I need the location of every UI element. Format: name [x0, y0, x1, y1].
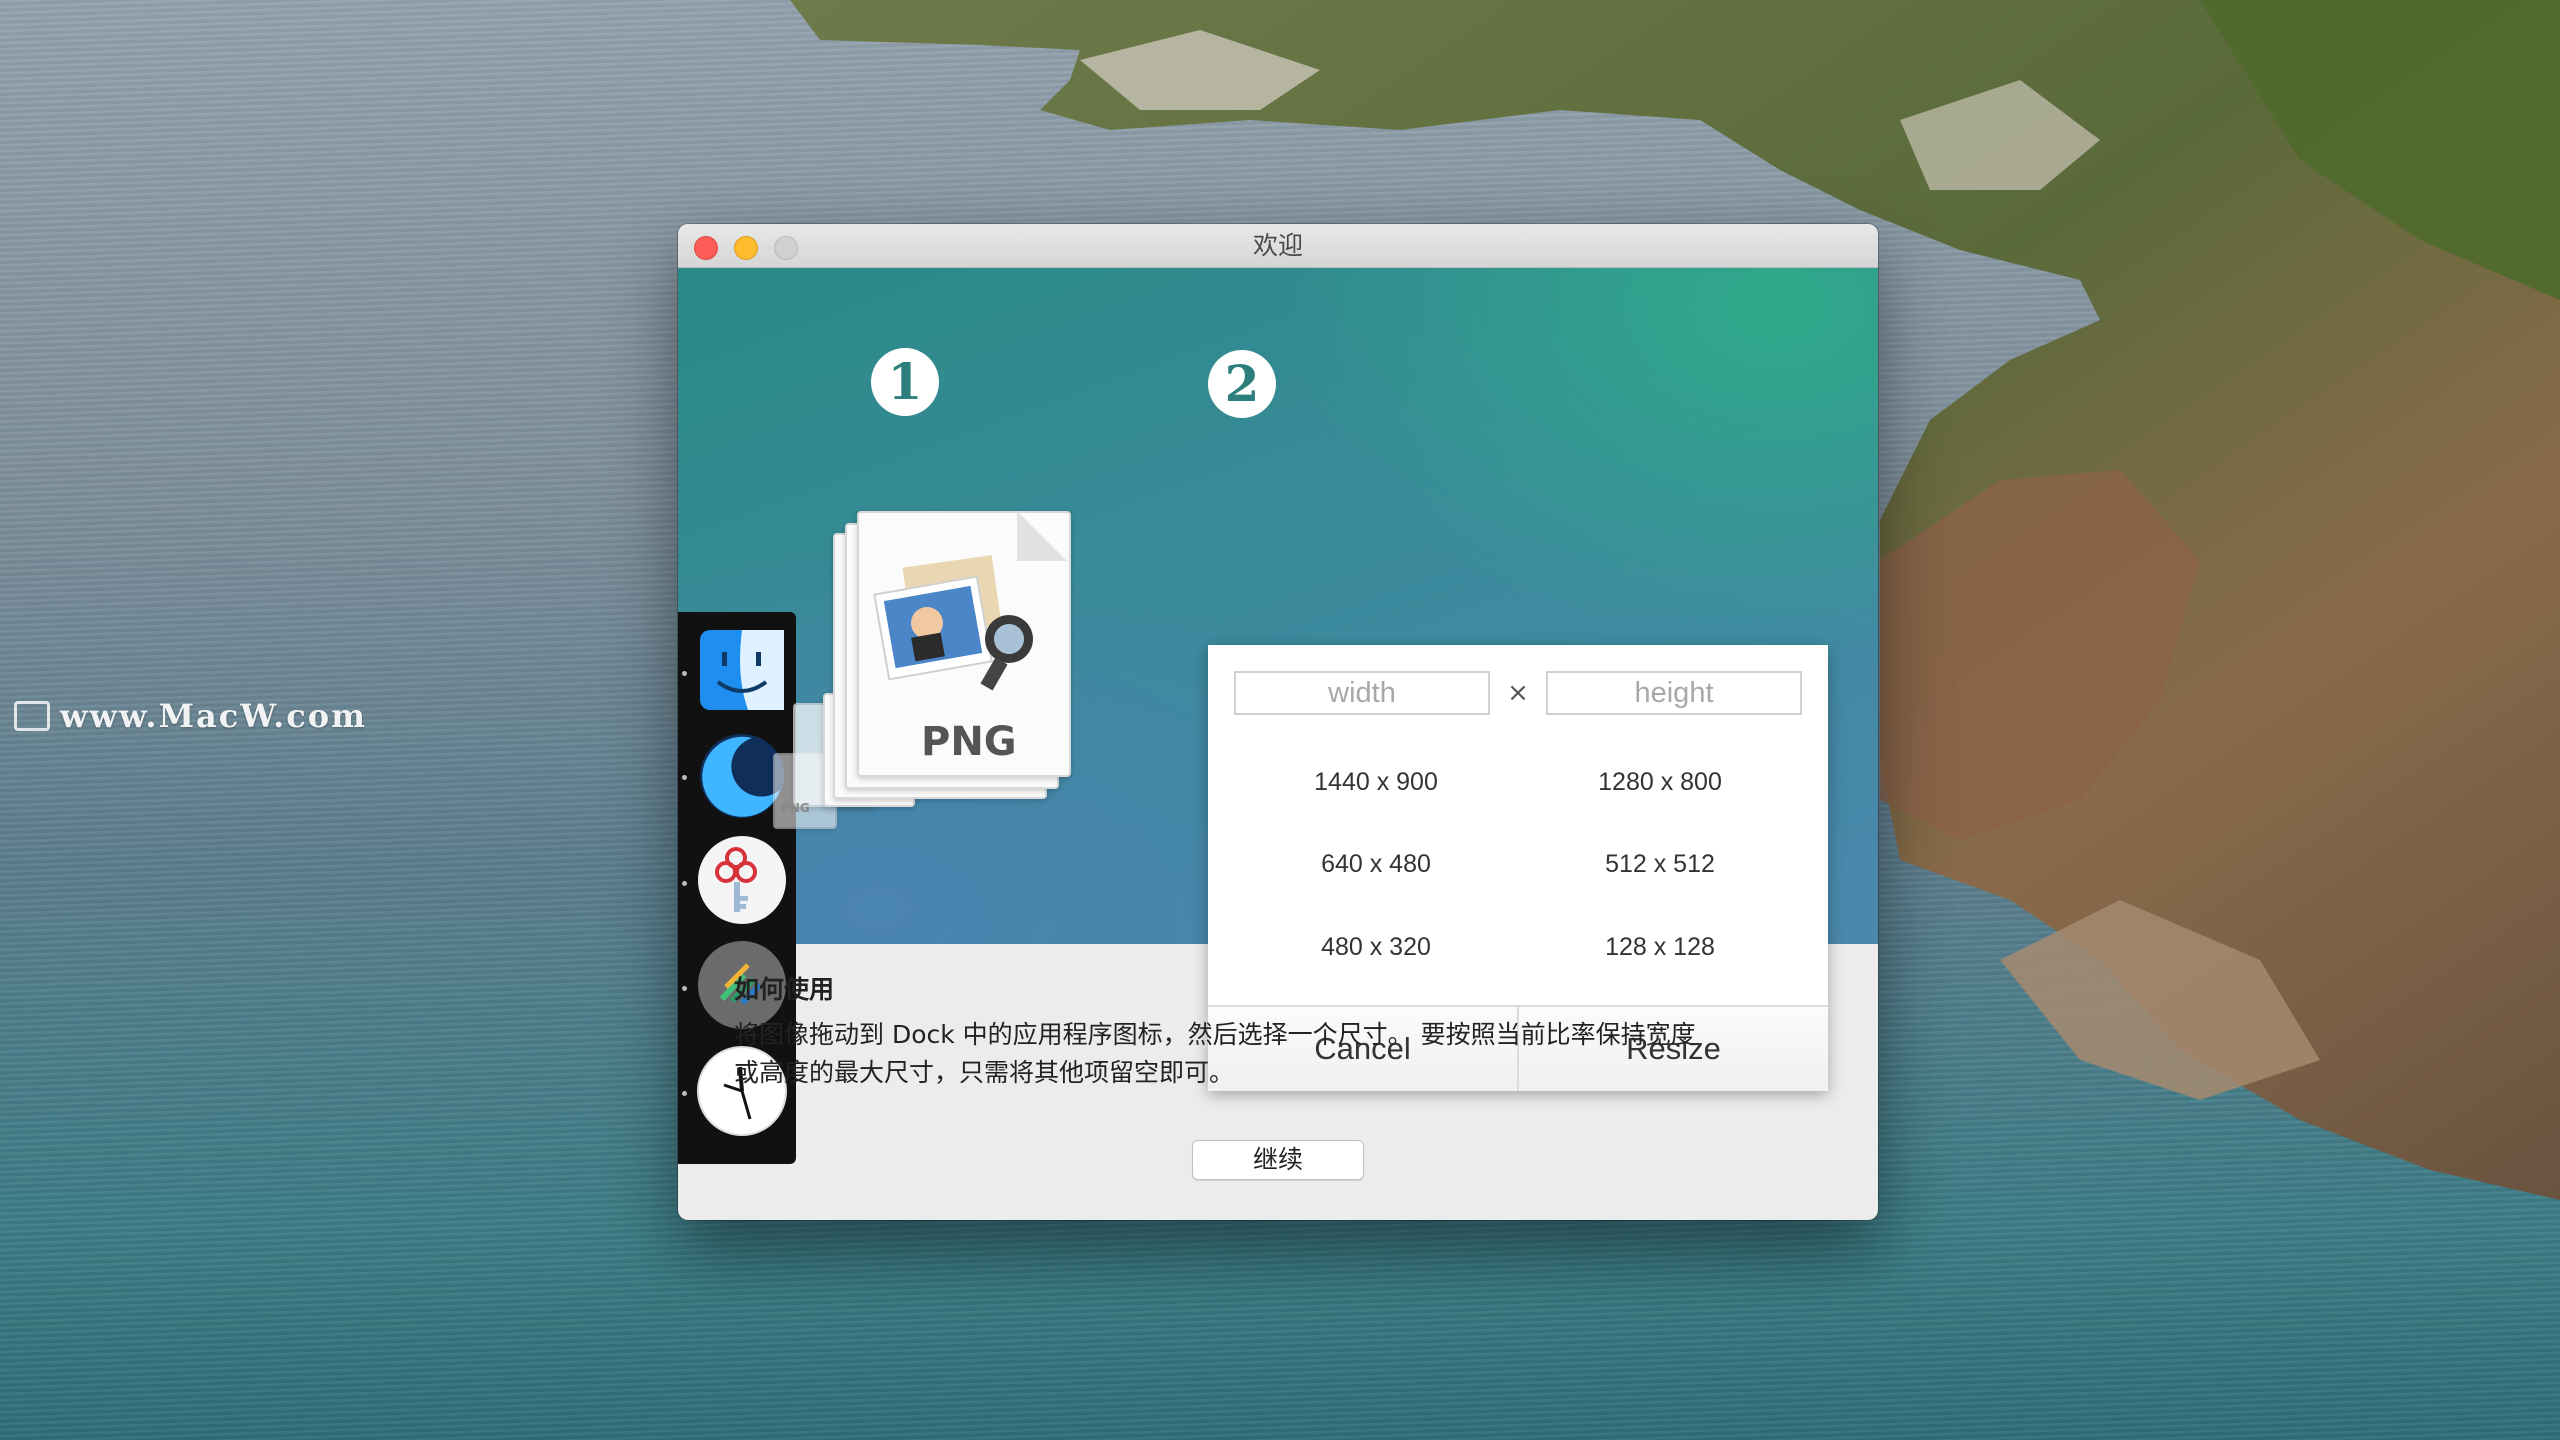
preset-1280x800[interactable]: 1280 x 800 [1518, 757, 1802, 807]
dock-running-dot [682, 1091, 687, 1096]
preset-480x320[interactable]: 480 x 320 [1234, 922, 1518, 972]
howto-line: 将图像拖动到 Dock 中的应用程序图标，然后选择一个尺寸。 要按照当前比率保持… [734, 1020, 1696, 1049]
howto-title: 如何使用 [734, 975, 835, 1004]
ghost-png-type-label: PNG [781, 801, 810, 815]
preset-640x480[interactable]: 640 x 480 [1234, 839, 1518, 889]
welcome-window: 欢迎 1 2 PNG PNG width × height 1440 x 900… [678, 224, 1878, 1220]
dock-running-dot [682, 671, 687, 676]
key-app-icon [698, 836, 786, 924]
step-2-badge: 2 [1208, 350, 1276, 418]
times-symbol: × [1507, 678, 1529, 708]
width-input[interactable] [1234, 671, 1490, 715]
preset-128x128[interactable]: 128 x 128 [1518, 922, 1802, 972]
howto-line: 或高度的最大尺寸，只需将其他项留空即可。 [734, 1058, 1235, 1087]
preset-1440x900[interactable]: 1440 x 900 [1234, 757, 1518, 807]
preset-512x512[interactable]: 512 x 512 [1518, 839, 1802, 889]
height-input[interactable] [1546, 671, 1802, 715]
howto-description: 将图像拖动到 Dock 中的应用程序图标，然后选择一个尺寸。 要按照当前比率保持… [734, 1016, 1834, 1092]
dock-running-dot [682, 986, 687, 991]
window-titlebar[interactable]: 欢迎 [678, 224, 1878, 268]
dock-running-dot [682, 775, 687, 780]
watermark-text: www.MacW.com [60, 697, 367, 735]
watermark-logo-icon [14, 701, 50, 731]
watermark: www.MacW.com [14, 696, 367, 736]
window-title: 欢迎 [1252, 231, 1303, 260]
continue-button[interactable]: 继续 [1192, 1140, 1364, 1180]
png-file-icon: PNG PNG [773, 463, 1113, 863]
png-type-label: PNG [921, 719, 1017, 765]
finder-icon [700, 630, 784, 710]
dock-running-dot [682, 881, 687, 886]
step-1-badge: 1 [871, 348, 939, 416]
instruction-illustration: 1 2 PNG PNG width × height 1440 x 900 12… [678, 268, 1878, 1164]
